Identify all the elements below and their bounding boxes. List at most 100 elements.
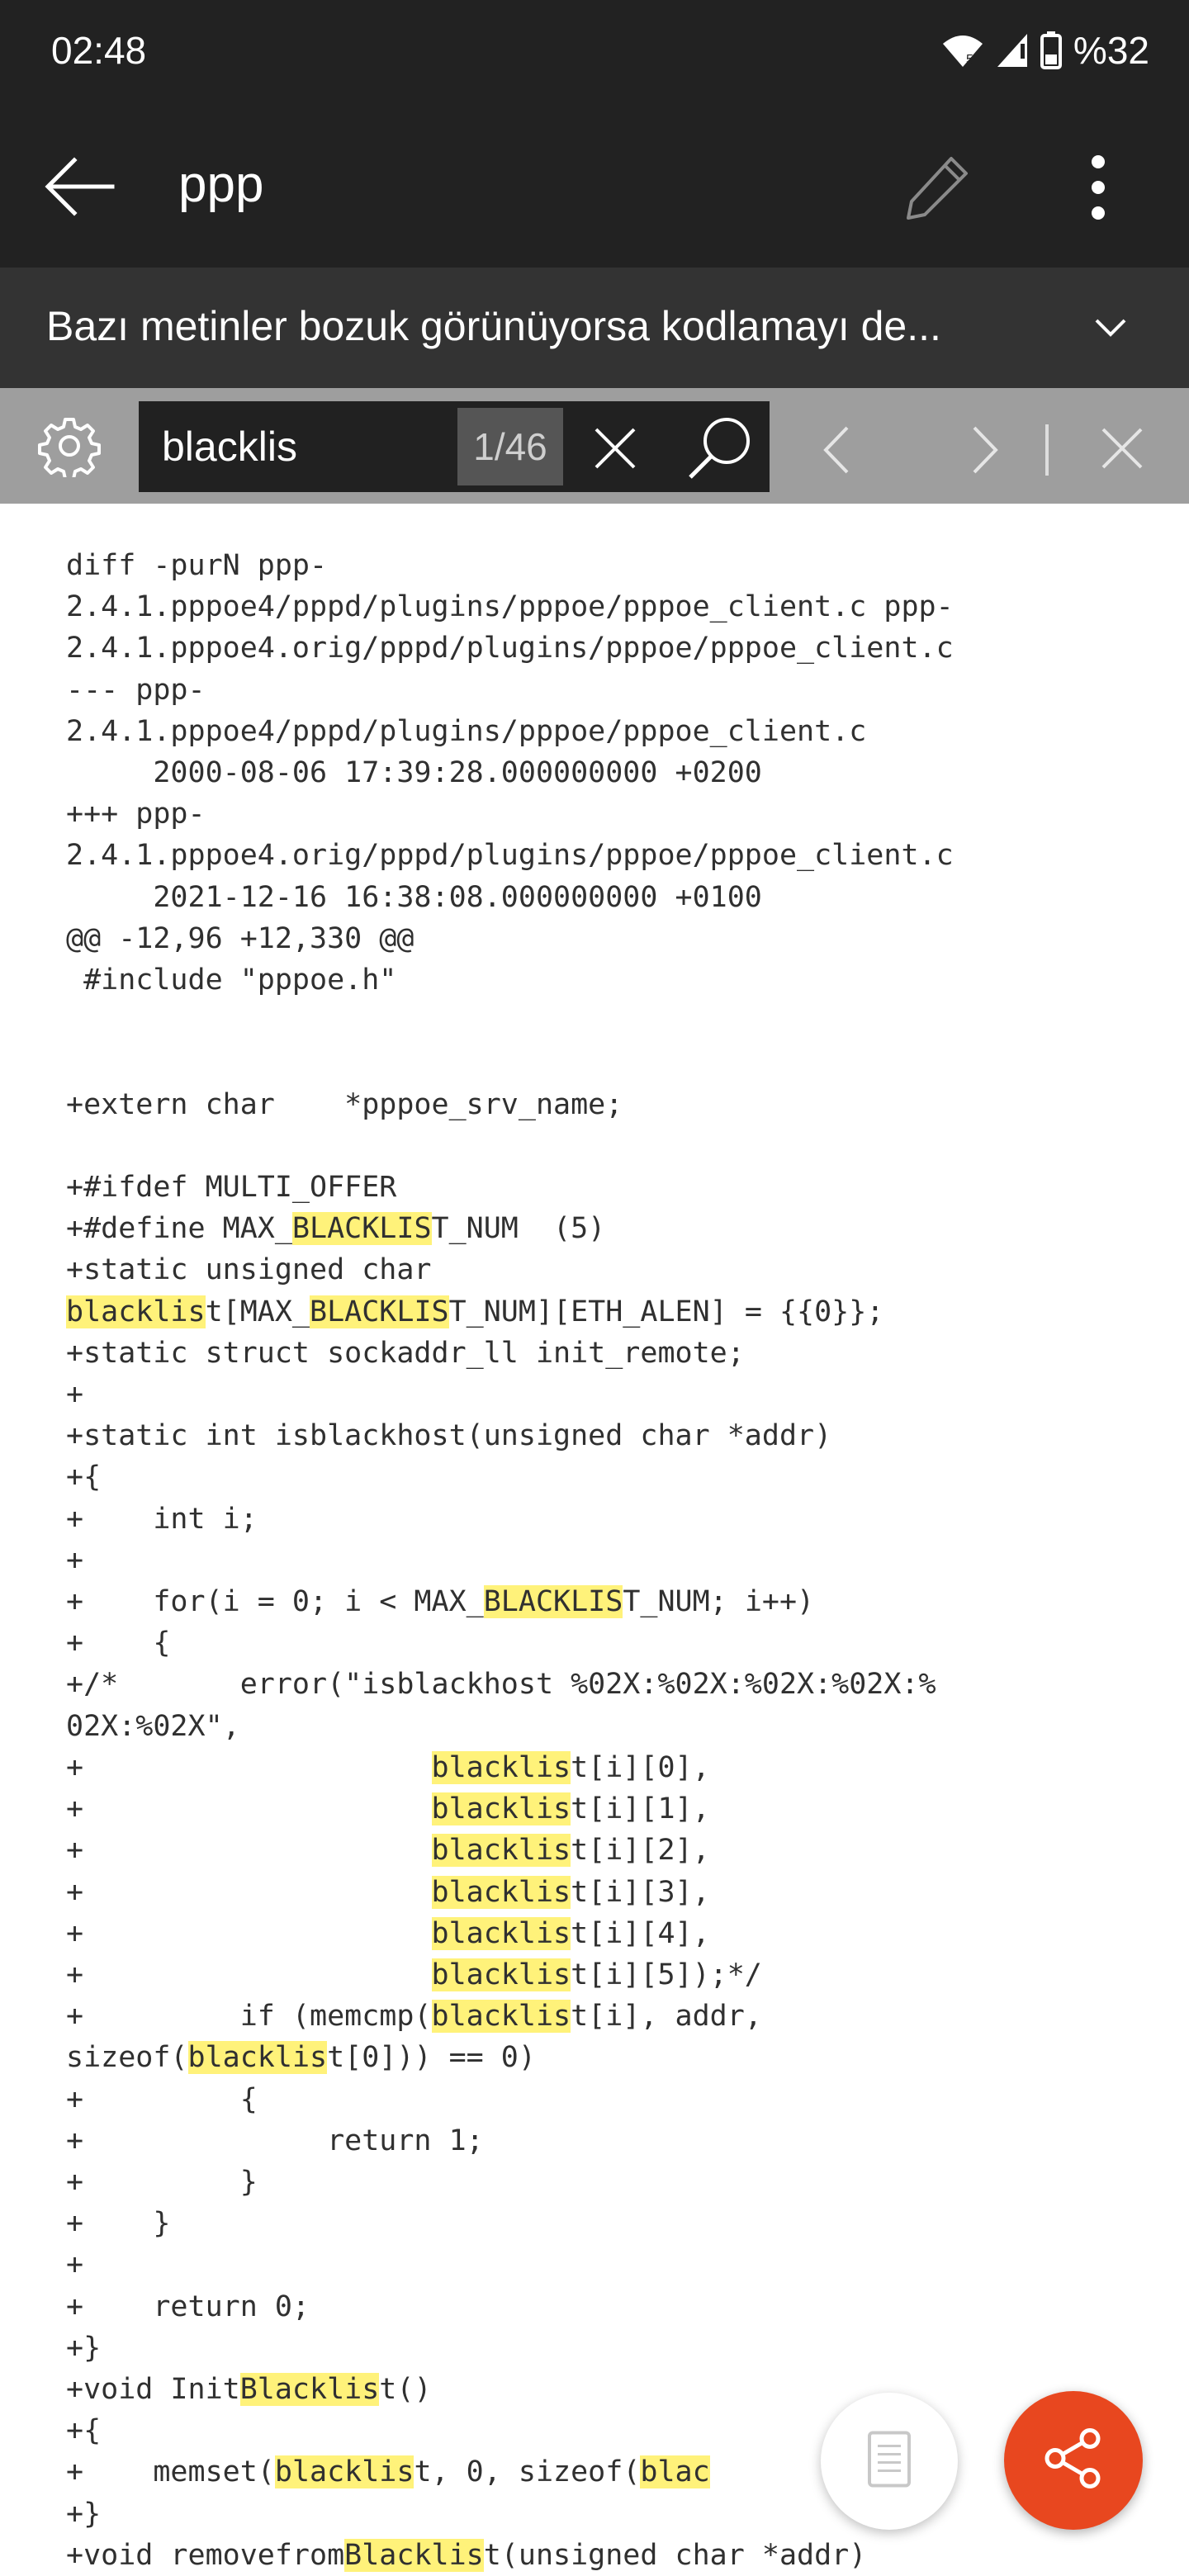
search-match-highlight: blacklis bbox=[431, 2000, 571, 2034]
code-segment: t[i][2], bbox=[571, 1834, 710, 1868]
code-line: + for(i = 0; i < MAX_BLACKLIST_NUM; i++) bbox=[66, 1581, 1156, 1622]
search-match-highlight: Blacklis bbox=[239, 2372, 380, 2406]
search-match-highlight: blacklis bbox=[187, 2041, 328, 2075]
close-icon bbox=[1098, 428, 1146, 476]
code-segment: t[MAX_ bbox=[205, 1295, 310, 1328]
code-line: +#define MAX_BLACKLIST_NUM (5) bbox=[66, 1208, 1156, 1249]
code-segment: t[i][5]);*/ bbox=[571, 1958, 762, 1991]
document-icon bbox=[866, 2430, 912, 2493]
code-line: 2021-12-16 16:38:08.000000000 +0100 bbox=[66, 877, 1156, 918]
code-segment: diff -purN ppp- bbox=[66, 549, 328, 582]
code-line: + blacklist[i][1], bbox=[66, 1788, 1156, 1830]
code-segment: +#ifdef MULTI_OFFER bbox=[66, 1171, 397, 1205]
code-segment: t() bbox=[379, 2372, 432, 2406]
code-line: + blacklist[i][0], bbox=[66, 1747, 1156, 1788]
code-line: sizeof(blacklist[0])) == 0) bbox=[66, 2037, 1156, 2078]
code-segment: +/* error("isblackhost %02X:%02X:%02X:%0… bbox=[66, 1668, 936, 1702]
pencil-icon bbox=[900, 157, 974, 228]
code-segment: T_NUM; i++) bbox=[623, 1585, 815, 1619]
code-line: diff -purN ppp- bbox=[66, 545, 1156, 586]
code-segment: t[0])) == 0) bbox=[327, 2041, 536, 2075]
code-line: +static int isblackhost(unsigned char *a… bbox=[66, 1415, 1156, 1456]
code-segment: + for(i = 0; i < MAX_ bbox=[66, 1585, 484, 1619]
code-segment: #include "pppoe.h" bbox=[66, 964, 397, 997]
code-segment: 2.4.1.pppoe4/pppd/plugins/pppoe/pppoe_cl… bbox=[66, 714, 867, 748]
code-line: 02X:%02X", bbox=[66, 1706, 1156, 1747]
status-time: 02:48 bbox=[51, 29, 147, 72]
search-settings-button[interactable] bbox=[38, 414, 101, 481]
code-line: +} bbox=[66, 2327, 1156, 2369]
code-line: 2.4.1.pppoe4.orig/pppd/plugins/pppoe/ppp… bbox=[66, 627, 1156, 669]
more-options-button[interactable] bbox=[1073, 150, 1123, 225]
encoding-message: Bazı metinler bozuk görünüyorsa kodlamay… bbox=[46, 303, 941, 349]
code-segment: t[i][4], bbox=[571, 1916, 710, 1950]
search-match-highlight: blac bbox=[640, 2455, 710, 2489]
code-segment: + bbox=[66, 1792, 432, 1826]
code-segment: + bbox=[66, 1834, 432, 1868]
search-box: 1/46 bbox=[139, 401, 770, 492]
code-line: +static unsigned char bbox=[66, 1249, 1156, 1290]
document-info-button[interactable] bbox=[821, 2393, 958, 2530]
app-bar: ppp bbox=[0, 102, 1189, 268]
previous-match-button[interactable] bbox=[816, 421, 857, 479]
code-line: + blacklist[i][5]);*/ bbox=[66, 1954, 1156, 1996]
next-match-button[interactable] bbox=[964, 421, 1006, 479]
code-segment: + { bbox=[66, 2082, 258, 2116]
close-search-button[interactable] bbox=[1098, 424, 1146, 472]
gear-icon bbox=[38, 418, 101, 481]
code-line: +/* error("isblackhost %02X:%02X:%02X:%0… bbox=[66, 1664, 1156, 1705]
status-icons: 5 %32 bbox=[941, 28, 1149, 73]
search-match-highlight: blacklis bbox=[431, 1834, 571, 1868]
code-segment: + memset( bbox=[66, 2455, 275, 2489]
code-segment: + bbox=[66, 1875, 432, 1909]
svg-text:5: 5 bbox=[966, 53, 973, 67]
code-segment: +static int isblackhost(unsigned char *a… bbox=[66, 1419, 832, 1453]
back-button[interactable] bbox=[43, 154, 117, 220]
code-segment: 2.4.1.pppoe4.orig/pppd/plugins/pppoe/ppp… bbox=[66, 632, 954, 665]
code-line: + { bbox=[66, 2079, 1156, 2120]
code-segment: +++ ppp- bbox=[66, 798, 206, 831]
document-content[interactable]: diff -purN ppp- 2.4.1.pppoe4/pppd/plugins… bbox=[66, 545, 1156, 2576]
code-line: + bbox=[66, 1540, 1156, 1581]
code-line: + blacklist[i][4], bbox=[66, 1913, 1156, 1954]
code-line: 2000-08-06 17:39:28.000000000 +0200 bbox=[66, 752, 1156, 793]
code-line: @@ -12,96 +12,330 @@ bbox=[66, 918, 1156, 959]
more-vert-icon bbox=[1073, 155, 1123, 228]
code-line: +void InitBlacklist() bbox=[66, 2369, 1156, 2410]
code-line: + int i; bbox=[66, 1499, 1156, 1540]
code-segment: 02X:%02X", bbox=[66, 1709, 240, 1743]
code-segment: +{ bbox=[66, 1461, 102, 1494]
chevron-right-icon bbox=[964, 426, 1006, 482]
search-match-highlight: blacklis bbox=[431, 1916, 571, 1950]
code-segment: t, 0, sizeof( bbox=[414, 2455, 641, 2489]
encoding-bar[interactable]: Bazı metinler bozuk görünüyorsa kodlamay… bbox=[0, 268, 1189, 388]
search-match-highlight: BLACKLIS bbox=[291, 1212, 432, 1246]
share-button[interactable] bbox=[1004, 2391, 1143, 2530]
code-line: +} bbox=[66, 2493, 1156, 2535]
search-match-highlight: blacklis bbox=[431, 1958, 571, 1991]
clear-search-button[interactable] bbox=[590, 423, 641, 474]
chevron-down-icon[interactable] bbox=[1090, 307, 1131, 348]
code-segment: +extern char *pppoe_srv_name; bbox=[66, 1087, 623, 1121]
edit-button[interactable] bbox=[900, 150, 974, 225]
code-line: + blacklist[i][2], bbox=[66, 1830, 1156, 1871]
code-segment: 2021-12-16 16:38:08.000000000 +0100 bbox=[66, 880, 762, 914]
search-icon bbox=[685, 418, 755, 485]
search-button[interactable] bbox=[685, 413, 755, 482]
match-counter: 1/46 bbox=[457, 408, 563, 485]
search-match-highlight: blacklis bbox=[431, 1792, 571, 1826]
toolbar-divider bbox=[1045, 424, 1049, 476]
code-line: 2.4.1.pppoe4/pppd/plugins/pppoe/pppoe_cl… bbox=[66, 711, 1156, 752]
code-text: diff -purN ppp- 2.4.1.pppoe4/pppd/plugins… bbox=[66, 545, 1156, 2576]
search-match-highlight: blacklis bbox=[274, 2455, 414, 2489]
code-line: +{ bbox=[66, 1456, 1156, 1498]
code-segment: +void Init bbox=[66, 2372, 240, 2406]
code-segment: + bbox=[66, 1750, 432, 1784]
code-line: + memset(blacklist, 0, sizeof(blac ); bbox=[66, 2451, 1156, 2493]
chevron-left-icon bbox=[816, 426, 857, 482]
code-segment: +} bbox=[66, 2497, 102, 2531]
code-line: + } bbox=[66, 2203, 1156, 2244]
code-segment: + } bbox=[66, 2207, 171, 2241]
battery-percent: %32 bbox=[1073, 29, 1149, 72]
